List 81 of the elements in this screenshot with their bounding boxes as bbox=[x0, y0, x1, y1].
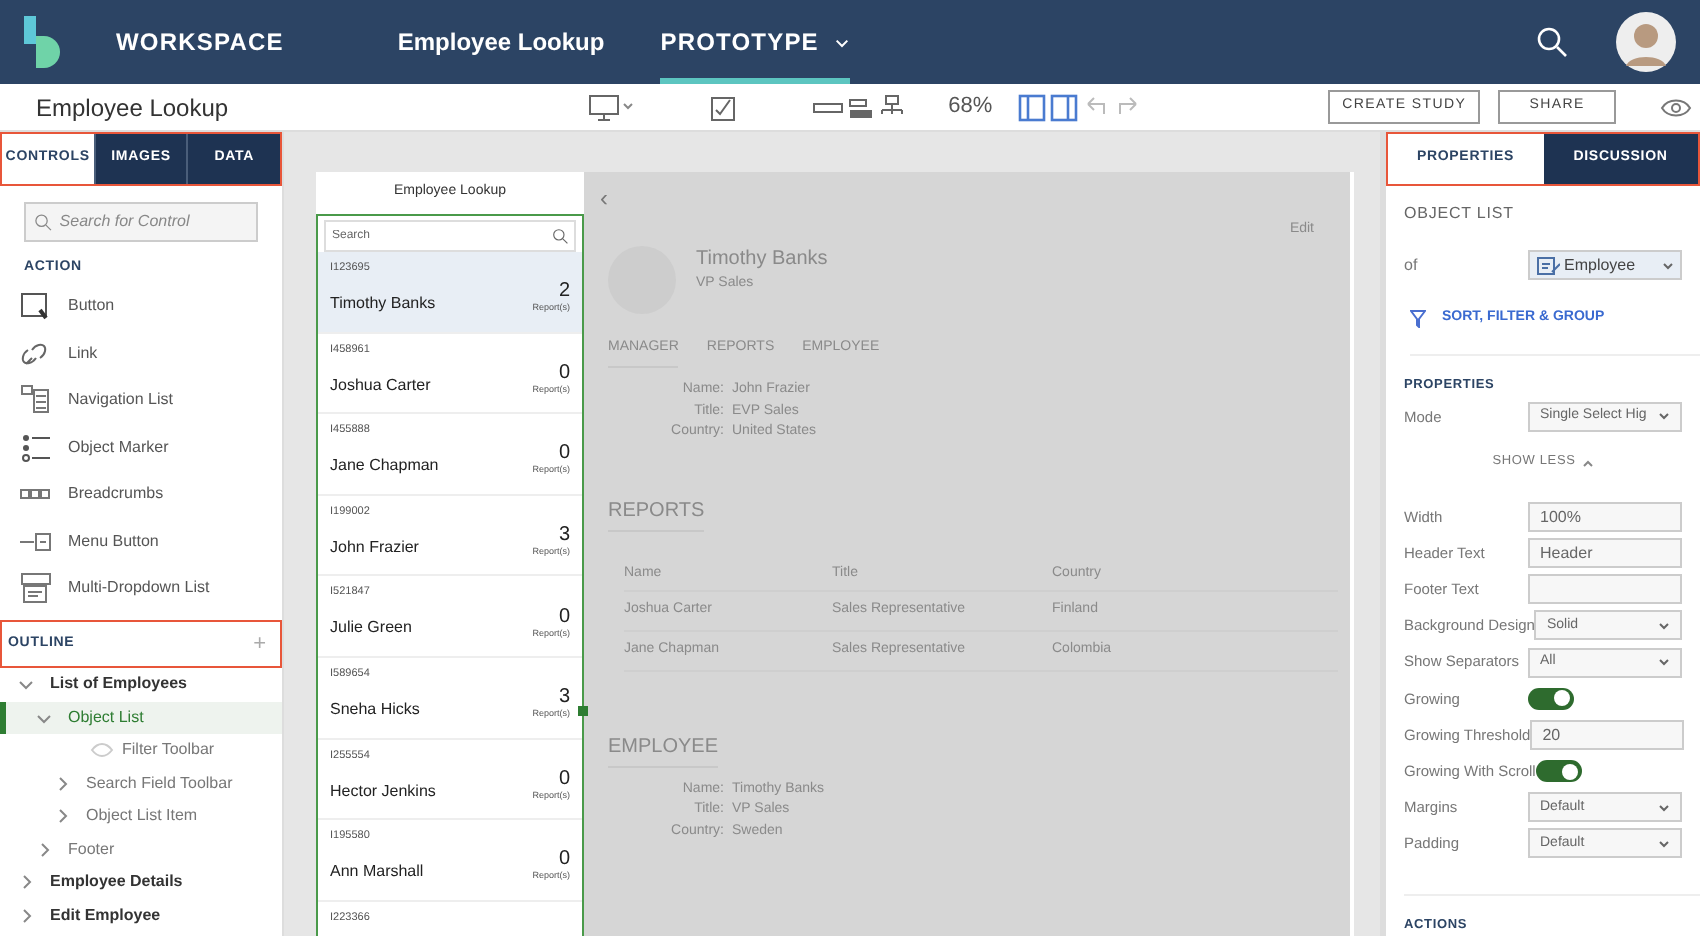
chevron-right-icon[interactable] bbox=[54, 775, 70, 792]
text-field[interactable]: Header bbox=[1528, 537, 1682, 568]
project-title[interactable]: Employee Lookup bbox=[397, 24, 605, 60]
chevron-down-icon[interactable] bbox=[18, 676, 34, 693]
eye-icon[interactable] bbox=[1660, 95, 1693, 119]
checklist-icon[interactable] bbox=[708, 93, 741, 121]
control-icon[interactable] bbox=[20, 431, 52, 464]
caret-icon bbox=[1658, 837, 1670, 850]
outline-item[interactable]: Search Field Toolbar bbox=[0, 767, 282, 800]
employee-name: Sneha Hicks bbox=[330, 697, 420, 722]
caret-icon bbox=[1658, 410, 1670, 423]
filter-icon bbox=[1410, 309, 1426, 328]
outline-item[interactable]: Filter Toolbar bbox=[0, 734, 282, 767]
chevron-down-icon[interactable] bbox=[36, 709, 52, 726]
employee-name: Joshua Carter bbox=[330, 373, 431, 398]
search-input[interactable]: Search for Control bbox=[59, 210, 248, 234]
control-icon[interactable] bbox=[20, 290, 52, 323]
chevron-up-icon bbox=[1581, 457, 1594, 468]
panel-title: OBJECT LIST bbox=[1404, 202, 1516, 226]
text-field[interactable] bbox=[1528, 574, 1682, 605]
caret-icon bbox=[834, 34, 851, 50]
control-item[interactable]: Navigation List bbox=[68, 388, 173, 413]
section-heading: EMPLOYEE bbox=[608, 731, 719, 767]
caret-icon bbox=[1662, 259, 1674, 271]
employee-name: Ann Marshall bbox=[330, 860, 424, 885]
employee-name: Julie Green bbox=[330, 616, 412, 641]
caret-icon bbox=[1658, 656, 1670, 669]
employee-name: Timothy Banks bbox=[330, 292, 436, 316]
text-field[interactable]: 20 bbox=[1530, 719, 1685, 750]
report-count: 0 bbox=[558, 363, 570, 384]
prototype-tab[interactable]: PROTOTYPE bbox=[660, 6, 851, 84]
caret-icon bbox=[1658, 619, 1670, 632]
entity-select[interactable]: Employee bbox=[1528, 250, 1682, 280]
employee-name: John Frazier bbox=[330, 535, 419, 560]
outline-item[interactable]: Edit Employee bbox=[0, 899, 282, 932]
outline-item[interactable]: List of Employees bbox=[0, 668, 282, 701]
search-field[interactable]: Search for Control bbox=[24, 202, 258, 242]
chevron-right-icon[interactable] bbox=[54, 808, 70, 825]
chevron-right-icon[interactable] bbox=[18, 907, 34, 924]
text-field[interactable]: 100% bbox=[1528, 501, 1682, 532]
report-count: 2 bbox=[558, 282, 570, 303]
employee-name: Timothy Banks bbox=[696, 245, 828, 274]
report-count: 0 bbox=[558, 444, 570, 465]
entity-icon bbox=[1536, 255, 1560, 275]
search-icon bbox=[552, 228, 568, 244]
report-count: 3 bbox=[558, 688, 570, 709]
field-label: of bbox=[1404, 253, 1418, 277]
toggle-switch[interactable] bbox=[1528, 687, 1574, 710]
toggle-switch[interactable] bbox=[1535, 760, 1582, 783]
align-icon[interactable] bbox=[844, 93, 877, 121]
outline-item[interactable]: Footer bbox=[0, 833, 282, 866]
section-heading: REPORTS bbox=[608, 495, 705, 531]
avatar-icon[interactable] bbox=[1616, 12, 1676, 72]
outline-item[interactable]: Object List bbox=[0, 701, 282, 734]
search-icon bbox=[34, 212, 52, 232]
chevron-right-icon[interactable] bbox=[18, 874, 34, 891]
logo-icon bbox=[24, 16, 60, 68]
monitor-icon[interactable] bbox=[588, 93, 637, 121]
outline-item[interactable]: Employee Details bbox=[0, 866, 282, 899]
control-item[interactable]: Object Marker bbox=[68, 435, 169, 460]
employee-name: Hector Jenkins bbox=[330, 779, 436, 804]
right-panel-icon[interactable] bbox=[1048, 93, 1081, 121]
control-item[interactable]: Button bbox=[68, 294, 115, 319]
report-count: 3 bbox=[558, 526, 570, 547]
workspace-link[interactable]: WORKSPACE bbox=[116, 24, 284, 60]
caret-icon bbox=[1658, 801, 1670, 814]
report-count: 0 bbox=[558, 769, 570, 790]
outline-item[interactable]: Object List Item bbox=[0, 800, 282, 833]
resize-handle[interactable] bbox=[578, 706, 588, 716]
zoom-level: 68% bbox=[948, 92, 993, 123]
employee-name: Jane Chapman bbox=[330, 454, 439, 479]
report-count: 0 bbox=[558, 850, 570, 871]
control-item[interactable]: Multi-Dropdown List bbox=[68, 576, 210, 601]
search-icon[interactable] bbox=[1536, 26, 1568, 58]
page-title: Employee Lookup bbox=[36, 91, 229, 125]
control-item[interactable]: Menu Button bbox=[68, 529, 159, 554]
report-count: 0 bbox=[558, 607, 570, 628]
chevron-right-icon[interactable] bbox=[36, 841, 52, 858]
control-item[interactable]: Link bbox=[68, 341, 98, 366]
left-panel-icon[interactable] bbox=[1016, 93, 1049, 121]
control-item[interactable]: Breadcrumbs bbox=[68, 482, 164, 507]
